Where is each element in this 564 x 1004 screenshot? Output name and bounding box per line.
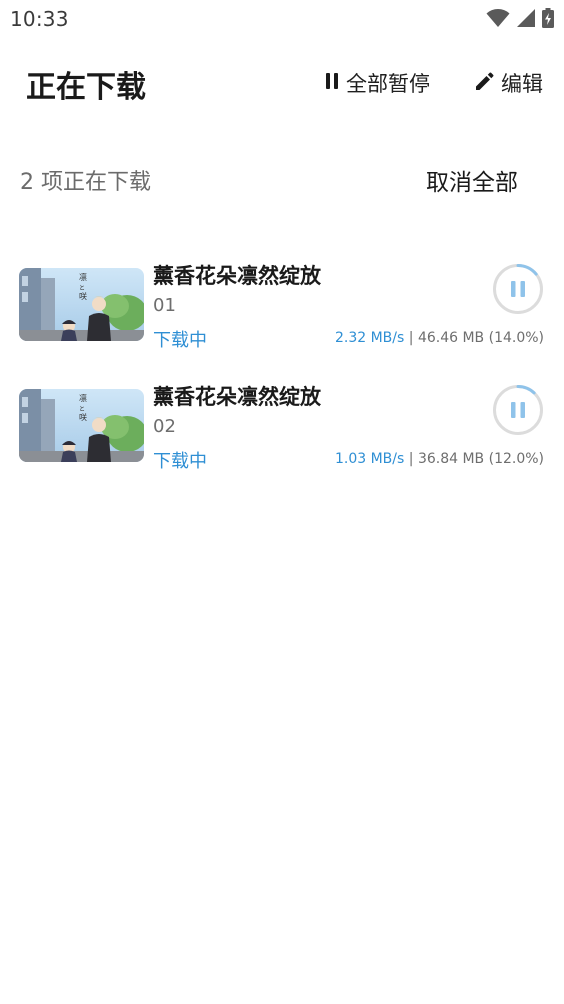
download-count-text: 2 项正在下载 bbox=[20, 170, 151, 195]
pause-all-label: 全部暂停 bbox=[346, 72, 430, 96]
download-speed: 1.03 MB/s bbox=[334, 451, 405, 467]
pause-download-button[interactable] bbox=[492, 263, 544, 315]
pause-download-button[interactable] bbox=[492, 384, 544, 436]
pencil-icon bbox=[475, 71, 495, 96]
status-icons bbox=[486, 8, 554, 28]
svg-text:凛: 凛 bbox=[79, 272, 87, 282]
download-title: 薰香花朵凛然绽放 bbox=[153, 264, 321, 288]
download-size-progress: 36.84 MB (12.0%) bbox=[417, 451, 544, 467]
cancel-all-button[interactable]: 取消全部 bbox=[426, 163, 518, 197]
page-title: 正在下载 bbox=[26, 70, 146, 105]
download-size-progress: 46.46 MB (14.0%) bbox=[417, 330, 544, 346]
anime-thumbnail: 凛 と 咲 bbox=[19, 389, 144, 462]
download-speed: 2.32 MB/s bbox=[334, 330, 405, 346]
summary-row: 2 项正在下载 取消全部 bbox=[0, 158, 564, 202]
episode-number: 02 bbox=[153, 416, 176, 437]
download-item[interactable]: 凛 と 咲 薰香花朵凛然绽放 02 下载中 1.03 MB/s | 36.84 … bbox=[0, 381, 564, 481]
svg-text:咲: 咲 bbox=[79, 291, 87, 301]
download-info: 1.03 MB/s | 36.84 MB (12.0%) bbox=[335, 451, 544, 467]
pause-all-button[interactable]: 全部暂停 bbox=[324, 68, 430, 98]
download-title: 薰香花朵凛然绽放 bbox=[153, 385, 321, 409]
wifi-icon bbox=[486, 8, 510, 28]
pause-icon bbox=[511, 281, 525, 297]
status-time: 10:33 bbox=[10, 7, 69, 31]
edit-button[interactable]: 编辑 bbox=[475, 68, 543, 98]
svg-text:咲: 咲 bbox=[79, 412, 87, 422]
svg-text:と: と bbox=[79, 285, 85, 292]
app-bar: 正在下载 全部暂停 编辑 bbox=[0, 52, 564, 114]
pause-icon bbox=[324, 71, 340, 95]
battery-charging-icon bbox=[542, 8, 554, 28]
edit-label: 编辑 bbox=[501, 72, 543, 96]
download-status: 下载中 bbox=[153, 451, 207, 472]
info-separator: | bbox=[408, 330, 414, 346]
info-separator: | bbox=[408, 451, 414, 467]
svg-text:と: と bbox=[79, 406, 85, 413]
download-item[interactable]: 凛 と 咲 薰香花朵凛然绽放 01 下载中 2.32 MB/s | 46.46 … bbox=[0, 260, 564, 360]
download-info: 2.32 MB/s | 46.46 MB (14.0%) bbox=[335, 330, 544, 346]
anime-thumbnail: 凛 と 咲 bbox=[19, 268, 144, 341]
status-bar: 10:33 bbox=[0, 0, 564, 38]
pause-icon bbox=[511, 402, 525, 418]
cell-signal-icon bbox=[516, 8, 536, 28]
episode-number: 01 bbox=[153, 295, 176, 316]
download-status: 下载中 bbox=[153, 330, 207, 351]
svg-text:凛: 凛 bbox=[79, 393, 87, 403]
